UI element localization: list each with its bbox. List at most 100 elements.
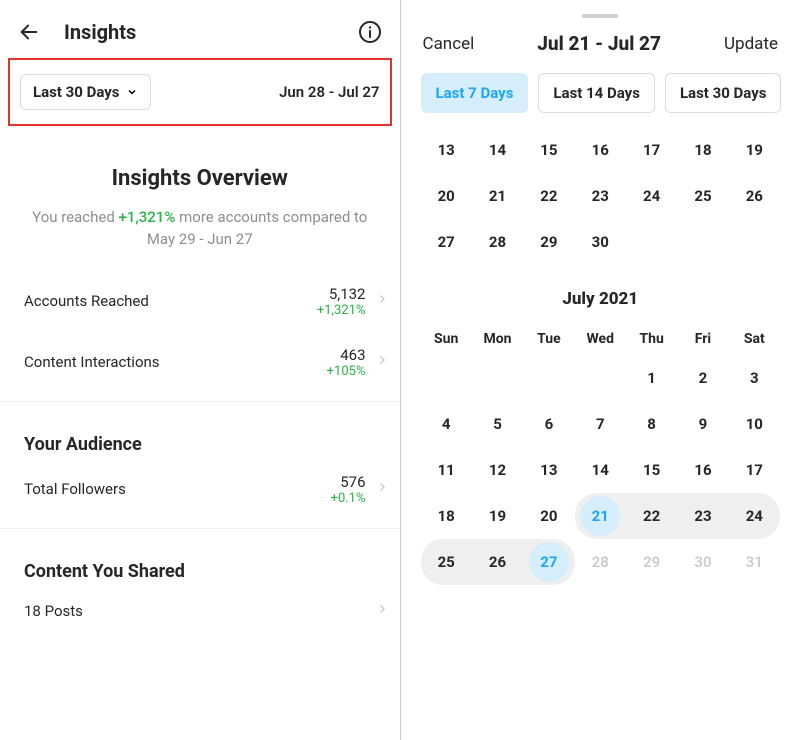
- calendar-day-cell[interactable]: 16: [575, 127, 626, 173]
- metric-row-accounts-reached[interactable]: Accounts Reached 5,132 +1,321%: [0, 271, 400, 332]
- calendar-day-cell[interactable]: 26: [472, 539, 523, 585]
- calendar-day-cell[interactable]: 27: [523, 539, 574, 585]
- chevron-right-icon: [376, 351, 388, 373]
- calendar-day-cell[interactable]: 24: [729, 493, 780, 539]
- calendar-day-cell: [626, 219, 677, 265]
- metric-row-content-interactions[interactable]: Content Interactions 463 +105%: [0, 332, 400, 393]
- overview-subtitle: You reached +1,321% more accounts compar…: [24, 207, 376, 251]
- calendar-day-cell[interactable]: 17: [626, 127, 677, 173]
- calendar-day-cell[interactable]: 13: [421, 127, 472, 173]
- calendar-day-cell[interactable]: 28: [472, 219, 523, 265]
- calendar-day-cell[interactable]: 23: [677, 493, 728, 539]
- overview-sub-prefix: You reached: [32, 208, 118, 226]
- preset-chip[interactable]: Last 30 Days: [665, 73, 782, 113]
- calendar-july-grid: 1234567891011121314151617181920212223242…: [401, 355, 800, 585]
- date-picker-panel: Cancel Jul 21 - Jul 27 Update Last 7 Day…: [401, 0, 800, 740]
- calendar-day-cell[interactable]: 16: [677, 447, 728, 493]
- calendar-day-cell[interactable]: 29: [523, 219, 574, 265]
- calendar-day-cell[interactable]: 27: [421, 219, 472, 265]
- calendar-day-cell[interactable]: 24: [626, 173, 677, 219]
- calendar-dow-label: Thu: [626, 323, 677, 355]
- metric-value: 576: [331, 473, 366, 491]
- calendar-dow-label: Mon: [472, 323, 523, 355]
- calendar-day-cell[interactable]: 23: [575, 173, 626, 219]
- calendar-day-cell[interactable]: 13: [523, 447, 574, 493]
- calendar-day-cell[interactable]: 25: [677, 173, 728, 219]
- calendar-day-cell: [575, 355, 626, 401]
- chevron-right-icon: [376, 600, 388, 622]
- calendar-day-cell[interactable]: 3: [729, 355, 780, 401]
- content-shared-row[interactable]: 18 Posts: [0, 586, 400, 636]
- calendar-day-cell[interactable]: 19: [472, 493, 523, 539]
- overview-title: Insights Overview: [24, 166, 376, 191]
- metric-row-total-followers[interactable]: Total Followers 576 +0.1%: [0, 459, 400, 520]
- calendar-day-cell[interactable]: 30: [575, 219, 626, 265]
- metric-label: Accounts Reached: [24, 292, 149, 310]
- calendar-day-cell[interactable]: 26: [729, 173, 780, 219]
- cancel-button[interactable]: Cancel: [423, 34, 475, 54]
- calendar-day-cell[interactable]: 10: [729, 401, 780, 447]
- calendar-day-cell: [729, 219, 780, 265]
- calendar-day-cell[interactable]: 18: [677, 127, 728, 173]
- calendar-day-cell[interactable]: 12: [472, 447, 523, 493]
- calendar-day-cell[interactable]: 25: [421, 539, 472, 585]
- calendar-day-cell[interactable]: 7: [575, 401, 626, 447]
- preset-chip[interactable]: Last 7 Days: [421, 73, 529, 113]
- date-picker-header: Cancel Jul 21 - Jul 27 Update: [401, 24, 800, 73]
- date-range-selector-label: Last 30 Days: [33, 83, 120, 101]
- content-shared-title: Content You Shared: [0, 545, 400, 586]
- calendar-day-cell[interactable]: 1: [626, 355, 677, 401]
- calendar-day-cell[interactable]: 4: [421, 401, 472, 447]
- chevron-right-icon: [376, 478, 388, 500]
- calendar-day-cell[interactable]: 8: [626, 401, 677, 447]
- calendar-day-cell[interactable]: 21: [575, 493, 626, 539]
- overview-sub-suffix: more accounts compared to May 29 - Jun 2…: [147, 208, 368, 248]
- calendar-dow-label: Sun: [421, 323, 472, 355]
- calendar-day-cell: [421, 355, 472, 401]
- date-picker-title: Jul 21 - Jul 27: [537, 32, 661, 55]
- calendar-dow-row: SunMonTueWedThuFriSat: [401, 323, 800, 355]
- calendar-dow-label: Tue: [523, 323, 574, 355]
- metric-label: Content Interactions: [24, 353, 160, 371]
- info-icon[interactable]: [358, 20, 382, 44]
- calendar-day-cell[interactable]: 21: [472, 173, 523, 219]
- calendar-day-cell: 29: [626, 539, 677, 585]
- calendar-day-cell[interactable]: 15: [626, 447, 677, 493]
- calendar-day-cell: 31: [729, 539, 780, 585]
- calendar-day-cell[interactable]: 22: [523, 173, 574, 219]
- calendar-day-cell[interactable]: 20: [421, 173, 472, 219]
- date-range-selector[interactable]: Last 30 Days: [20, 74, 151, 110]
- metric-delta: +105%: [327, 364, 366, 379]
- calendar-day-cell[interactable]: 22: [626, 493, 677, 539]
- metric-value: 463: [327, 346, 366, 364]
- insights-header: Insights: [0, 0, 400, 58]
- content-shared-label: 18 Posts: [24, 602, 83, 620]
- calendar-day-cell[interactable]: 14: [575, 447, 626, 493]
- chevron-down-icon: [126, 86, 138, 98]
- calendar-day-cell[interactable]: 2: [677, 355, 728, 401]
- back-icon[interactable]: [18, 21, 40, 43]
- audience-section-title: Your Audience: [0, 418, 400, 459]
- calendar-day-cell[interactable]: 5: [472, 401, 523, 447]
- metric-value: 5,132: [317, 285, 366, 303]
- calendar-day-cell[interactable]: 14: [472, 127, 523, 173]
- calendar-day-cell: [523, 355, 574, 401]
- calendar-month-title: July 2021: [401, 265, 800, 323]
- calendar-day-cell[interactable]: 18: [421, 493, 472, 539]
- calendar-day-cell[interactable]: 11: [421, 447, 472, 493]
- preset-chips: Last 7 DaysLast 14 DaysLast 30 Days: [401, 73, 800, 127]
- calendar-day-cell[interactable]: 15: [523, 127, 574, 173]
- update-button[interactable]: Update: [724, 34, 778, 54]
- calendar-day-cell[interactable]: 19: [729, 127, 780, 173]
- drag-handle[interactable]: [582, 14, 618, 18]
- calendar-day-cell[interactable]: 6: [523, 401, 574, 447]
- date-range-bar: Last 30 Days Jun 28 - Jul 27: [8, 58, 392, 126]
- calendar-dow-label: Fri: [677, 323, 728, 355]
- preset-chip[interactable]: Last 14 Days: [538, 73, 655, 113]
- calendar-prev-month-grid: 13141516171819 20212223242526 27282930: [401, 127, 800, 265]
- calendar-day-cell[interactable]: 17: [729, 447, 780, 493]
- overview-sub-delta: +1,321%: [119, 208, 176, 226]
- calendar-day-cell[interactable]: 20: [523, 493, 574, 539]
- metric-delta: +0.1%: [331, 491, 366, 506]
- calendar-day-cell[interactable]: 9: [677, 401, 728, 447]
